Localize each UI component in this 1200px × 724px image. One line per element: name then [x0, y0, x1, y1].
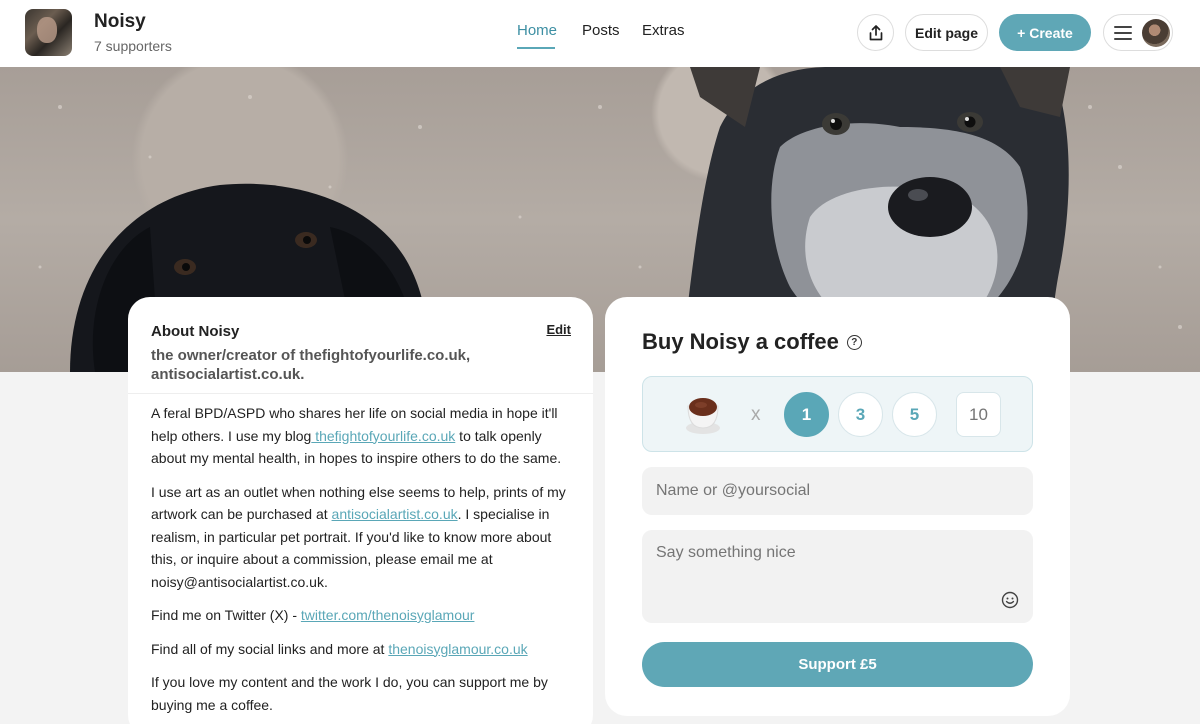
support-card: Buy Noisy a coffee ? x 1 3 5 Support £5 [605, 297, 1070, 716]
share-button[interactable] [857, 14, 894, 51]
about-bio: A feral BPD/ASPD who shares her life on … [151, 402, 576, 724]
help-icon[interactable]: ? [846, 334, 862, 350]
coffee-quantity-selector: x 1 3 5 [642, 376, 1033, 452]
about-title: About Noisy [151, 323, 240, 340]
bio-paragraph: A feral BPD/ASPD who shares her life on … [151, 405, 562, 466]
account-menu-button[interactable] [1103, 14, 1173, 51]
active-tab-indicator [517, 47, 555, 49]
support-button[interactable]: Support £5 [642, 642, 1033, 687]
share-icon [869, 24, 882, 40]
create-button[interactable]: + Create [999, 14, 1091, 51]
profile-avatar[interactable] [25, 9, 72, 56]
edit-about-link[interactable]: Edit [546, 322, 571, 337]
bio-paragraph: If you love my content and the work I do… [151, 674, 548, 713]
times-symbol: x [751, 404, 761, 425]
bio-paragraph: I use art as an outlet when nothing else… [151, 483, 566, 590]
bio-paragraph: Find all of my social links and more at … [151, 640, 528, 657]
social-links-link[interactable]: thenoisyglamour.co.uk [388, 641, 527, 657]
blog-link[interactable]: thefightofyourlife.co.uk [311, 428, 455, 444]
tab-posts[interactable]: Posts [582, 22, 620, 39]
supporters-count: 7 supporters [94, 38, 172, 54]
name-input[interactable] [642, 467, 1033, 515]
message-input[interactable] [642, 530, 1033, 623]
tab-home[interactable]: Home [517, 22, 557, 39]
quantity-option-1[interactable]: 1 [784, 392, 829, 437]
top-bar: Noisy 7 supporters Home Posts Extras Edi… [0, 0, 1200, 67]
art-site-link[interactable]: antisocialartist.co.uk [332, 506, 458, 522]
about-card: About Noisy Edit the owner/creator of th… [128, 297, 593, 724]
custom-quantity-input[interactable] [956, 392, 1001, 437]
edit-page-button[interactable]: Edit page [905, 14, 988, 51]
profile-name[interactable]: Noisy [94, 11, 146, 33]
quantity-option-5[interactable]: 5 [892, 392, 937, 437]
about-subtitle: the owner/creator of thefightofyourlife.… [151, 347, 471, 383]
support-title: Buy Noisy a coffee ? [642, 329, 862, 355]
emoji-icon[interactable] [1001, 591, 1019, 609]
quantity-option-3[interactable]: 3 [838, 392, 883, 437]
divider [128, 393, 593, 394]
tab-extras[interactable]: Extras [642, 22, 685, 39]
hamburger-icon [1114, 26, 1132, 40]
support-title-text: Buy Noisy a coffee [642, 329, 839, 354]
user-avatar [1142, 19, 1170, 47]
twitter-link[interactable]: twitter.com/thenoisyglamour [301, 607, 475, 623]
bio-paragraph: Find me on Twitter (X) - twitter.com/the… [151, 607, 475, 623]
coffee-cup-icon [686, 398, 720, 434]
